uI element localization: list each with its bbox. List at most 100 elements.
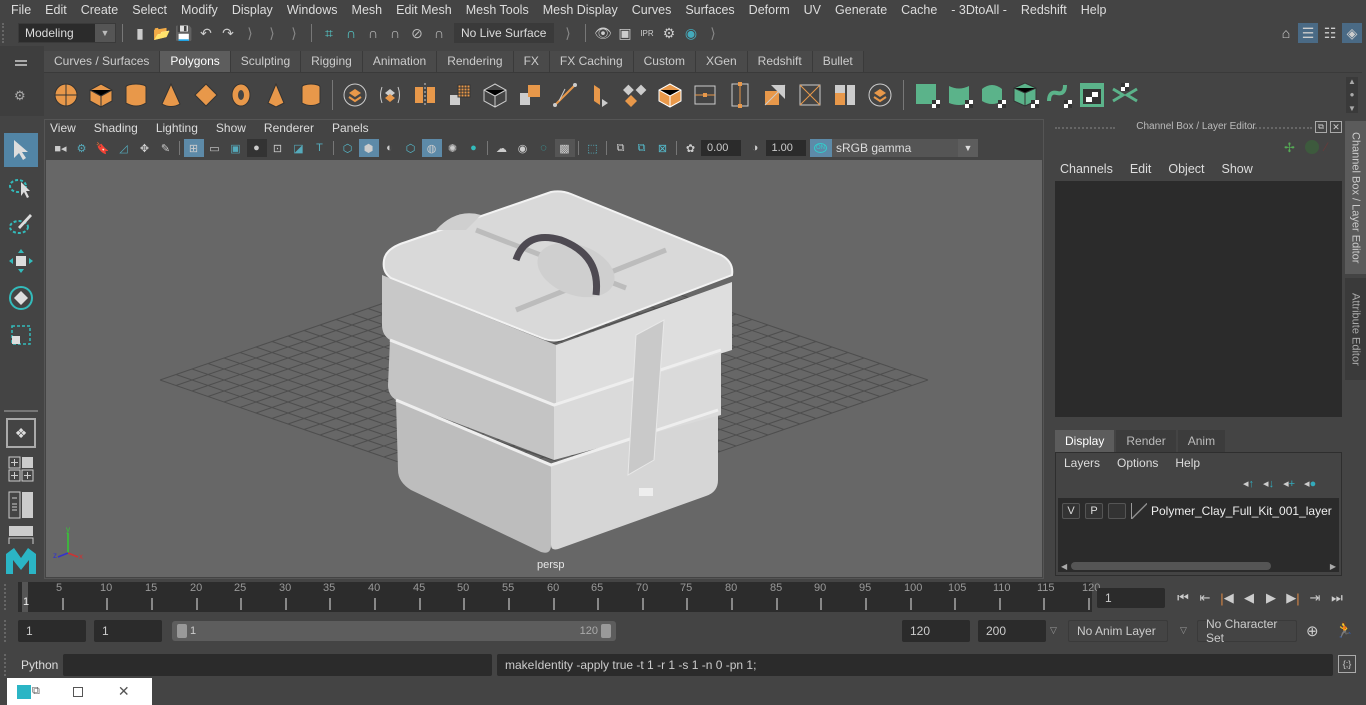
snap-view-plane-icon[interactable]: ∩	[385, 23, 405, 43]
go-to-end-icon[interactable]: ⏭	[1326, 587, 1348, 609]
mode-dropdown[interactable]: Modeling ▼	[18, 23, 116, 43]
menu-display[interactable]: Display	[225, 3, 280, 17]
layer-menu-layers[interactable]: Layers	[1064, 456, 1100, 470]
shelf-menu-icon[interactable]	[15, 60, 27, 66]
scroll-thumb[interactable]	[1071, 562, 1272, 570]
shelf-tab-rigging[interactable]: Rigging	[301, 51, 363, 72]
save-scene-icon[interactable]: 💾	[174, 23, 194, 43]
auto-key-icon[interactable]: ⊕	[1306, 622, 1319, 640]
layer-menu-options[interactable]: Options	[1117, 456, 1158, 470]
undo-icon[interactable]: ↶	[196, 23, 216, 43]
extrude-icon[interactable]	[551, 81, 579, 109]
scroll-right-icon[interactable]: ▶	[1330, 562, 1336, 571]
viewport-menu-view[interactable]: View	[50, 121, 76, 137]
shelf-tab-polygons[interactable]: Polygons	[160, 51, 231, 72]
render-globals-icon[interactable]: ⚙	[659, 23, 679, 43]
menu-mesh-tools[interactable]: Mesh Tools	[459, 3, 536, 17]
viewport-menu-shading[interactable]: Shading	[94, 121, 138, 137]
cube-icon[interactable]	[87, 81, 115, 109]
3d-viewport[interactable]: persp y x z	[46, 160, 1042, 577]
playback-end-field[interactable]: 120	[902, 620, 970, 642]
backface-icon[interactable]: ⊠	[653, 139, 673, 157]
render-settings-icon[interactable]: 👁	[593, 23, 613, 43]
redo-icon[interactable]: ↷	[218, 23, 238, 43]
tab-attribute-editor[interactable]: Attribute Editor	[1345, 278, 1366, 380]
pyramid-icon[interactable]	[262, 81, 290, 109]
textured-icon[interactable]: ◍	[421, 139, 442, 157]
display-type-toggle[interactable]	[1108, 503, 1126, 519]
color-management-toggle[interactable]: ON	[809, 139, 832, 157]
attribute-editor-icon[interactable]: ☰	[1298, 23, 1318, 43]
visibility-toggle[interactable]: V	[1062, 503, 1080, 519]
cylindrical-map-icon[interactable]	[946, 81, 974, 109]
shadows-icon[interactable]: ●	[464, 139, 484, 157]
shelf-tab-custom[interactable]: Custom	[633, 51, 696, 72]
shelf-tab-rendering[interactable]: Rendering	[437, 51, 514, 72]
live-surface-field[interactable]: No Live Surface	[454, 23, 554, 43]
combine-icon[interactable]	[341, 81, 369, 109]
move-layer-up-icon[interactable]: ◂↑	[1243, 477, 1254, 490]
lights-icon[interactable]: ✺	[443, 139, 463, 157]
safe-title-icon[interactable]: T	[310, 139, 330, 157]
menu-mesh[interactable]: Mesh	[345, 3, 390, 17]
menu-create[interactable]: Create	[74, 3, 126, 17]
modeling-toolkit-icon[interactable]: ⌂	[1276, 23, 1296, 43]
minimized-window[interactable]: ⧉ ✕	[7, 678, 152, 705]
menu-select[interactable]: Select	[125, 3, 174, 17]
image-plane-icon[interactable]: ◿	[114, 139, 134, 157]
start-time-field[interactable]: 1	[18, 620, 86, 642]
shelf-tab-redshift[interactable]: Redshift	[747, 51, 813, 72]
channel-list[interactable]	[1055, 181, 1342, 417]
character-set-dropdown[interactable]: No Character Set	[1197, 617, 1297, 645]
chevron-down-icon[interactable]: ▽	[1050, 625, 1057, 636]
next-key-icon[interactable]: ▶ |	[1282, 587, 1304, 609]
single-perspective-layout-button[interactable]: ❖	[6, 418, 36, 448]
film-gate-icon[interactable]: ▭	[205, 139, 225, 157]
snap-point-icon[interactable]: ∩	[363, 23, 383, 43]
mirror-icon[interactable]	[411, 81, 439, 109]
spherical-map-icon[interactable]	[979, 81, 1007, 109]
animation-end-field[interactable]: 200	[978, 620, 1046, 642]
insert-edge-icon[interactable]	[761, 81, 789, 109]
grip-handle[interactable]	[4, 654, 10, 676]
gate-mask-icon[interactable]: ●	[246, 139, 267, 157]
shelf-tab-curves-surfaces[interactable]: Curves / Surfaces	[44, 51, 161, 72]
gamma-field[interactable]: 1.00	[765, 140, 806, 156]
layer-tab-anim[interactable]: Anim	[1177, 430, 1226, 452]
sphere-icon[interactable]	[52, 81, 80, 109]
cylinder-icon[interactable]	[122, 81, 150, 109]
range-slider[interactable]: 1 120	[172, 621, 616, 641]
append-polygon-icon[interactable]	[621, 81, 649, 109]
bevel-icon[interactable]	[481, 81, 509, 109]
wireframe-on-shaded-icon[interactable]: ◐	[380, 139, 400, 157]
restore-icon[interactable]: ⧉	[32, 685, 40, 698]
chevron-down-icon[interactable]: ▽	[1180, 625, 1187, 636]
pipe-icon[interactable]	[297, 81, 325, 109]
layer-hscrollbar[interactable]: ◀ ▶	[1058, 560, 1339, 572]
shelf-tab-bullet[interactable]: Bullet	[812, 51, 864, 72]
menu-generate[interactable]: Generate	[828, 3, 894, 17]
shelf-scrollbar[interactable]: ▲ ● ▼	[1346, 76, 1358, 113]
menu-file[interactable]: File	[4, 3, 38, 17]
play-forward-icon[interactable]: ▶	[1260, 587, 1282, 609]
grease-pencil-icon[interactable]: ✎	[156, 139, 176, 157]
bridge-icon[interactable]	[516, 81, 544, 109]
tab-channel-box-layer-editor[interactable]: Channel Box / Layer Editor	[1345, 121, 1366, 274]
target-weld-icon[interactable]	[831, 81, 859, 109]
layer-tab-display[interactable]: Display	[1055, 430, 1115, 452]
snap-grid-icon[interactable]: ⌗	[319, 23, 339, 43]
menu-edit[interactable]: Edit	[38, 3, 74, 17]
new-layer-selected-icon[interactable]: ◂●	[1304, 477, 1316, 490]
toggle-icon[interactable]	[1305, 140, 1319, 154]
rotate-tool[interactable]	[4, 281, 38, 315]
lasso-tool[interactable]	[4, 170, 38, 204]
channel-menu-edit[interactable]: Edit	[1130, 162, 1152, 176]
2d-pan-zoom-icon[interactable]: ✥	[135, 139, 155, 157]
merge-icon[interactable]	[656, 81, 684, 109]
ambient-occlusion-icon[interactable]: ☁	[492, 139, 512, 157]
render-frame-icon[interactable]: ▣	[615, 23, 635, 43]
four-view-layout-button[interactable]	[4, 452, 38, 486]
collapse-arrow-icon[interactable]: ⟩	[262, 23, 282, 43]
menu-3dtoall[interactable]: - 3DtoAll -	[944, 3, 1014, 17]
go-to-start-icon[interactable]: ⏮	[1172, 587, 1194, 609]
